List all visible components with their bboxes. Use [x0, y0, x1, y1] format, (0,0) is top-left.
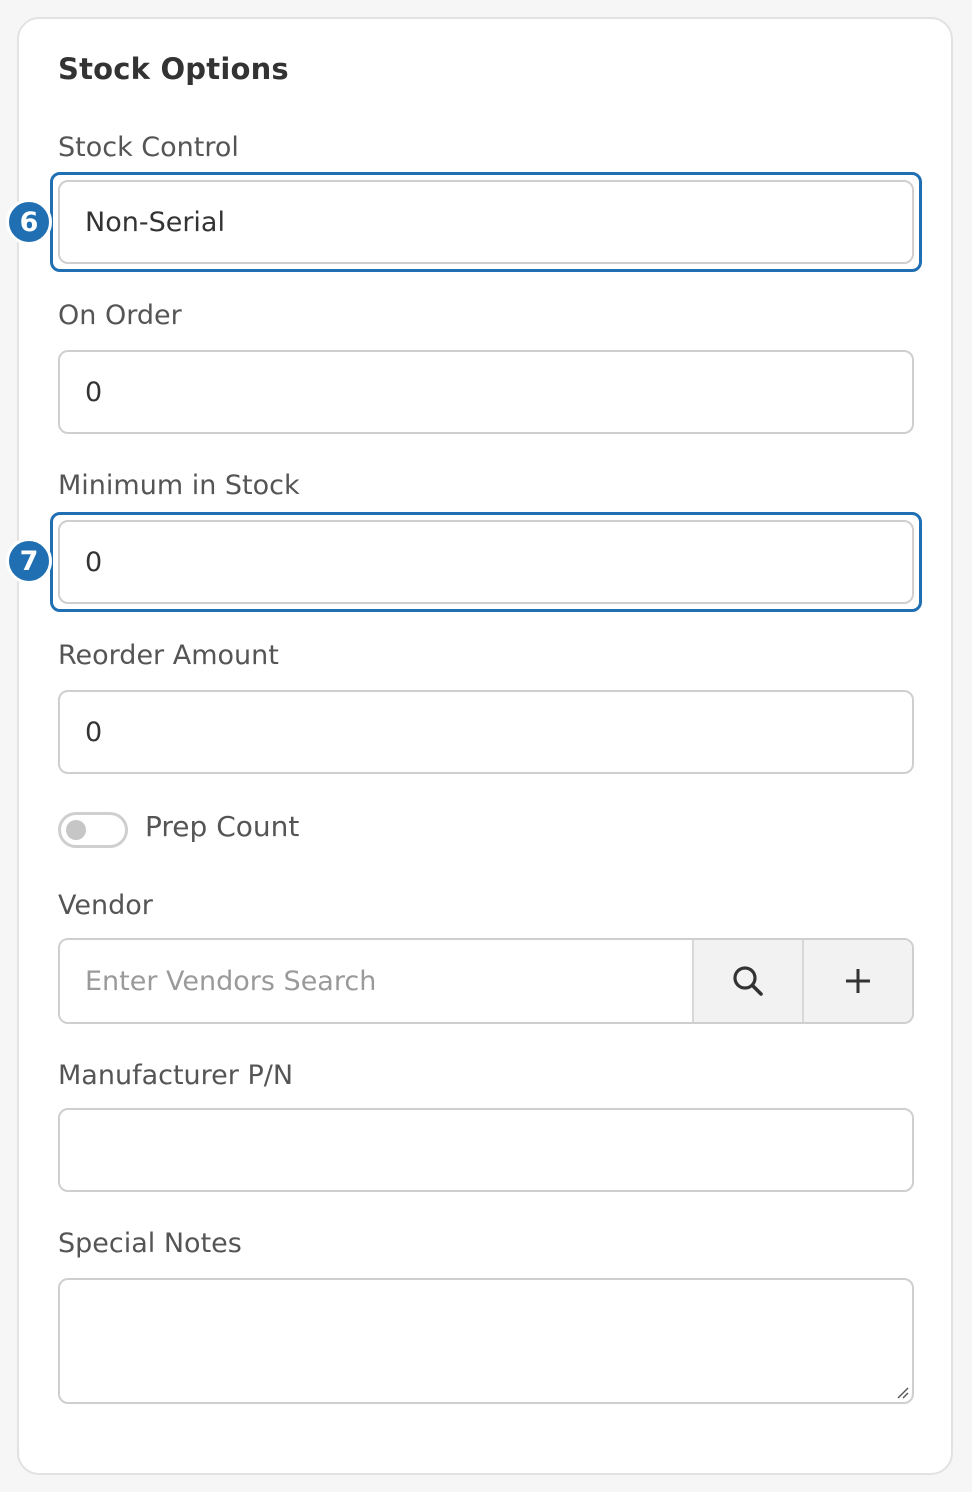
toggle-knob: [66, 820, 86, 840]
section-title: Stock Options: [58, 52, 289, 86]
manufacturer-pn-input[interactable]: [58, 1108, 914, 1192]
vendor-search-input[interactable]: [60, 940, 692, 1022]
reorder-amount-value: 0: [85, 716, 103, 748]
special-notes-textarea[interactable]: [58, 1278, 914, 1404]
stock-control-select[interactable]: Non-Serial: [58, 180, 914, 264]
on-order-label: On Order: [58, 300, 182, 331]
step-badge-6: 6: [6, 199, 52, 245]
vendor-search-button[interactable]: [692, 940, 802, 1022]
reorder-amount-input[interactable]: 0: [58, 690, 914, 774]
reorder-amount-label: Reorder Amount: [58, 640, 279, 671]
prep-count-label: Prep Count: [145, 810, 300, 843]
manufacturer-pn-label: Manufacturer P/N: [58, 1060, 294, 1091]
plus-icon: [846, 969, 870, 993]
minimum-in-stock-label: Minimum in Stock: [58, 470, 300, 501]
search-icon: [733, 966, 763, 996]
stock-control-label: Stock Control: [58, 132, 239, 163]
special-notes-label: Special Notes: [58, 1228, 242, 1259]
resize-handle-icon[interactable]: [895, 1385, 909, 1399]
step-badge-7: 7: [6, 538, 52, 584]
on-order-value: 0: [85, 376, 103, 408]
prep-count-toggle[interactable]: [58, 812, 128, 848]
minimum-in-stock-value: 0: [85, 546, 103, 578]
vendor-add-button[interactable]: [802, 940, 912, 1022]
on-order-input[interactable]: 0: [58, 350, 914, 434]
stock-control-value: Non-Serial: [85, 206, 225, 238]
vendor-label: Vendor: [58, 890, 153, 921]
vendor-input-group: [58, 938, 914, 1024]
minimum-in-stock-input[interactable]: 0: [58, 520, 914, 604]
